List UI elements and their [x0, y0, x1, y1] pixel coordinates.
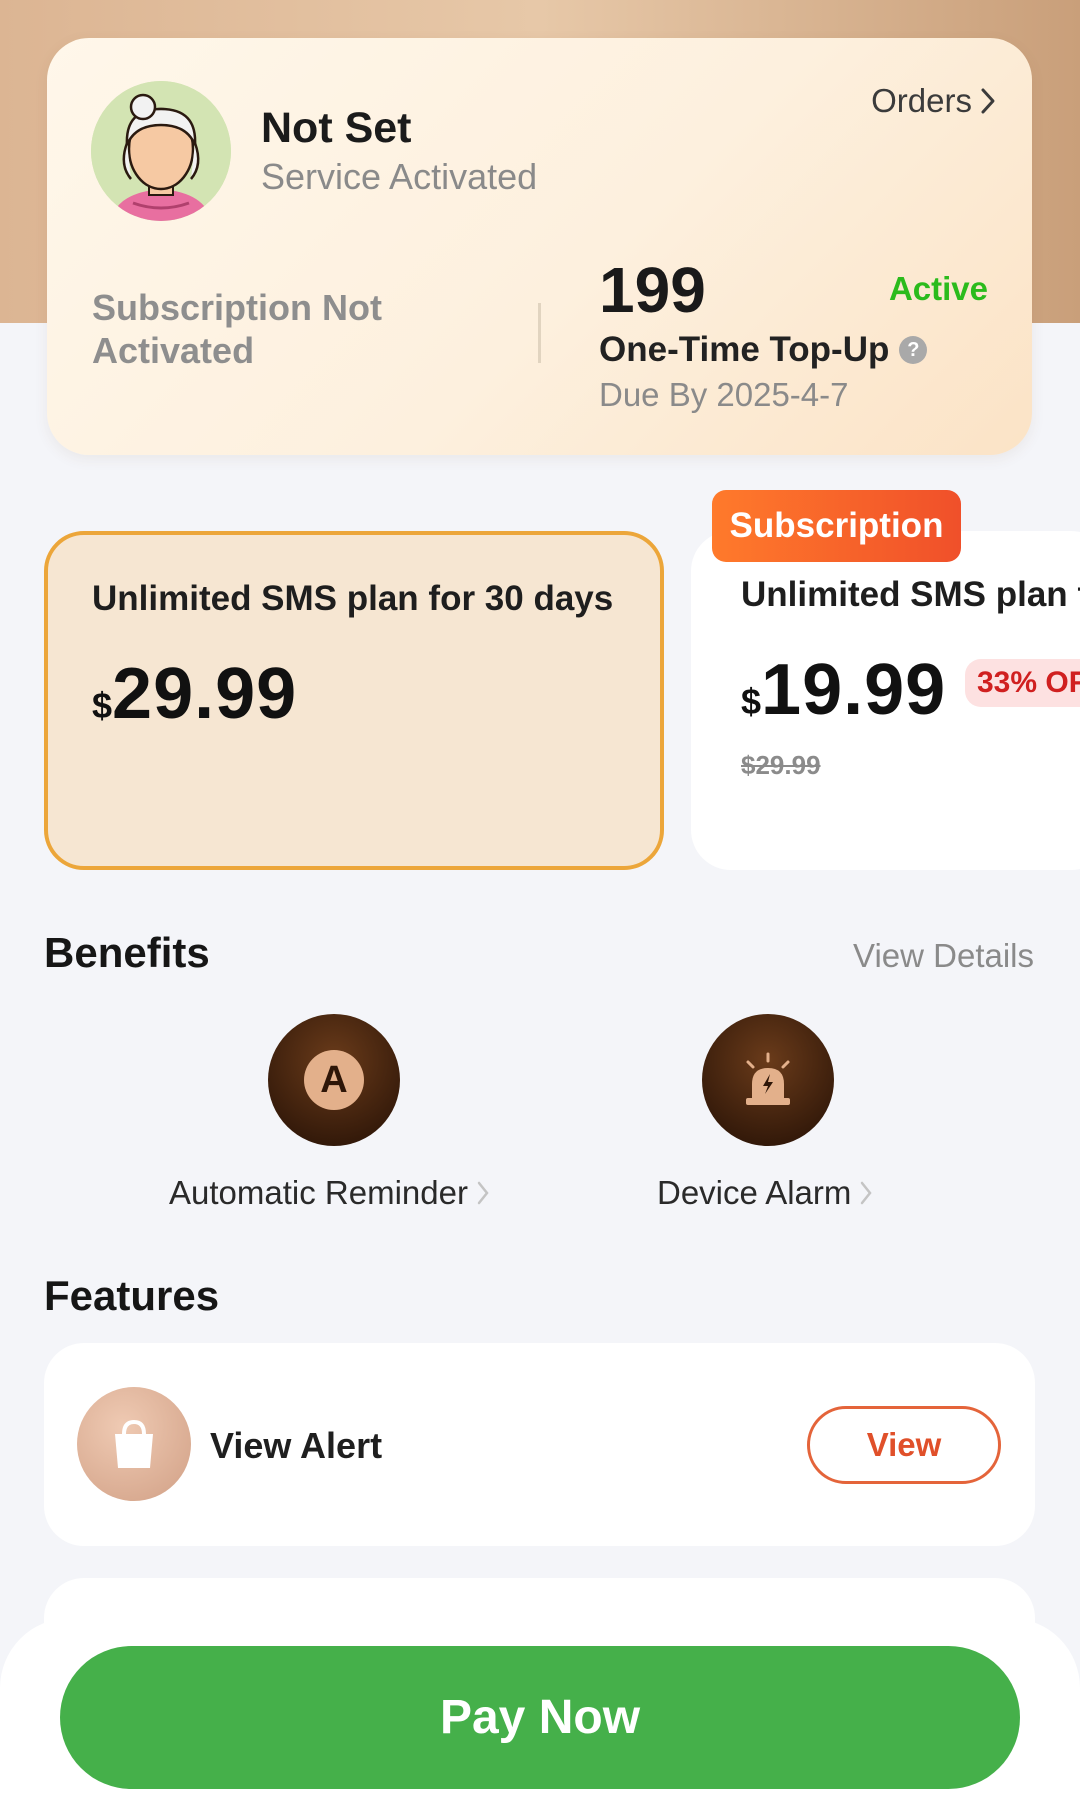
- avatar[interactable]: [91, 81, 231, 221]
- benefit-label: Automatic Reminder: [169, 1174, 468, 1211]
- plan-title: Unlimited SMS plan for 30 days: [741, 575, 1080, 614]
- plan-price: $29.99: [92, 653, 297, 735]
- features-title: Features: [44, 1272, 220, 1319]
- view-alert-button[interactable]: View: [807, 1406, 1001, 1484]
- price-currency: $: [92, 685, 113, 726]
- topup-row: One-Time Top-Up ?: [599, 330, 928, 370]
- credits-status-badge: Active: [888, 270, 988, 307]
- siren-icon: [746, 1052, 790, 1105]
- divider: [538, 303, 541, 363]
- due-date: Due By 2025-4-7: [599, 376, 849, 413]
- help-icon[interactable]: ?: [899, 336, 928, 364]
- benefit-label: Device Alarm: [657, 1174, 852, 1211]
- price-currency: $: [741, 681, 762, 722]
- discount-badge: 33% OFF: [965, 659, 1080, 707]
- chevron-right-icon: [981, 88, 995, 114]
- orders-label: Orders: [871, 82, 972, 119]
- pay-now-button[interactable]: Pay Now: [60, 1646, 1020, 1789]
- orders-link[interactable]: Orders: [871, 82, 998, 120]
- profile-card: Not Set Service Activated Orders Subscri…: [47, 38, 1032, 455]
- benefit-item-automatic-reminder[interactable]: Automatic Reminder: [169, 1174, 490, 1212]
- plan-card-one-time[interactable]: Unlimited SMS plan for 30 days $29.99: [44, 531, 664, 870]
- letter-a-icon: A: [304, 1050, 364, 1110]
- subscription-status: Subscription Not Activated: [92, 287, 382, 371]
- feature-card-view-alert: View Alert View: [44, 1343, 1035, 1546]
- subscription-badge: Subscription: [712, 490, 961, 562]
- service-status: Service Activated: [261, 156, 538, 197]
- feature-label: View Alert: [210, 1425, 383, 1466]
- automatic-reminder-button[interactable]: A: [268, 1014, 400, 1146]
- shopping-bag-icon: [115, 1419, 153, 1468]
- price-amount: 19.99: [761, 650, 947, 730]
- benefits-title: Benefits: [44, 929, 210, 976]
- view-details-link[interactable]: View Details: [853, 937, 1034, 975]
- avatar-illustration-icon: [91, 81, 231, 221]
- price-amount: 29.99: [112, 654, 298, 734]
- user-name: Not Set: [261, 104, 412, 152]
- plan-title: Unlimited SMS plan for 30 days: [92, 579, 614, 618]
- original-price: $29.99: [741, 750, 821, 780]
- page: Not Set Service Activated Orders Subscri…: [0, 0, 1080, 1813]
- chevron-right-icon: [861, 1181, 872, 1205]
- chevron-right-icon: [477, 1181, 489, 1205]
- benefit-item-device-alarm[interactable]: Device Alarm: [657, 1174, 873, 1212]
- credits-count: 199: [599, 254, 706, 326]
- feature-icon-circle: [77, 1387, 191, 1501]
- plan-card-subscription[interactable]: Unlimited SMS plan for 30 days $19.99 33…: [691, 531, 1080, 870]
- plan-price: $19.99: [741, 649, 946, 731]
- topup-label: One-Time Top-Up: [599, 330, 890, 369]
- device-alarm-button[interactable]: [702, 1014, 834, 1146]
